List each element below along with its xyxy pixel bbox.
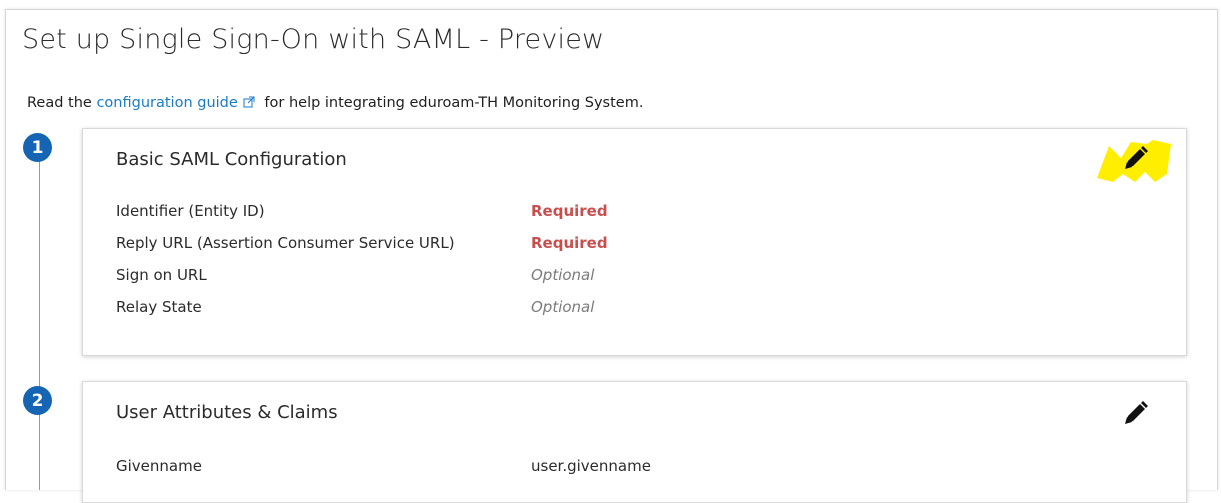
sign-on-url-status: Optional <box>531 266 595 284</box>
intro-text: Read the configuration guide for help in… <box>27 95 643 111</box>
step-connector-line <box>39 160 40 490</box>
intro-prefix: Read the <box>27 95 97 111</box>
identifier-status: Required <box>531 202 608 220</box>
step-2-badge: 2 <box>23 386 52 415</box>
relay-state-status: Optional <box>531 298 595 316</box>
page-title: Set up Single Sign-On with SAML - Previe… <box>22 24 605 55</box>
user-attributes-claims-card: User Attributes & Claims Givenname user.… <box>82 381 1187 503</box>
relay-state-label: Relay State <box>116 298 202 316</box>
reply-url-status: Required <box>531 234 608 252</box>
saml-setup-panel: Set up Single Sign-On with SAML - Previe… <box>5 9 1218 503</box>
card-title-user-attributes: User Attributes & Claims <box>116 402 338 423</box>
givenname-label: Givenname <box>116 457 202 475</box>
card-title-basic-saml: Basic SAML Configuration <box>116 149 347 170</box>
step-1-badge: 1 <box>23 133 52 162</box>
givenname-value: user.givenname <box>531 457 651 475</box>
identifier-label: Identifier (Entity ID) <box>116 202 265 220</box>
reply-url-label: Reply URL (Assertion Consumer Service UR… <box>116 234 455 252</box>
external-link-icon[interactable] <box>243 96 255 108</box>
configuration-guide-link[interactable]: configuration guide <box>96 95 237 111</box>
edit-basic-saml-pencil-icon[interactable] <box>1119 143 1151 175</box>
basic-saml-configuration-card: Basic SAML Configuration Identifier (Ent… <box>82 128 1187 356</box>
sign-on-url-label: Sign on URL <box>116 266 207 284</box>
intro-suffix: for help integrating eduroam-TH Monitori… <box>259 95 644 111</box>
edit-user-attributes-pencil-icon[interactable] <box>1119 398 1151 430</box>
